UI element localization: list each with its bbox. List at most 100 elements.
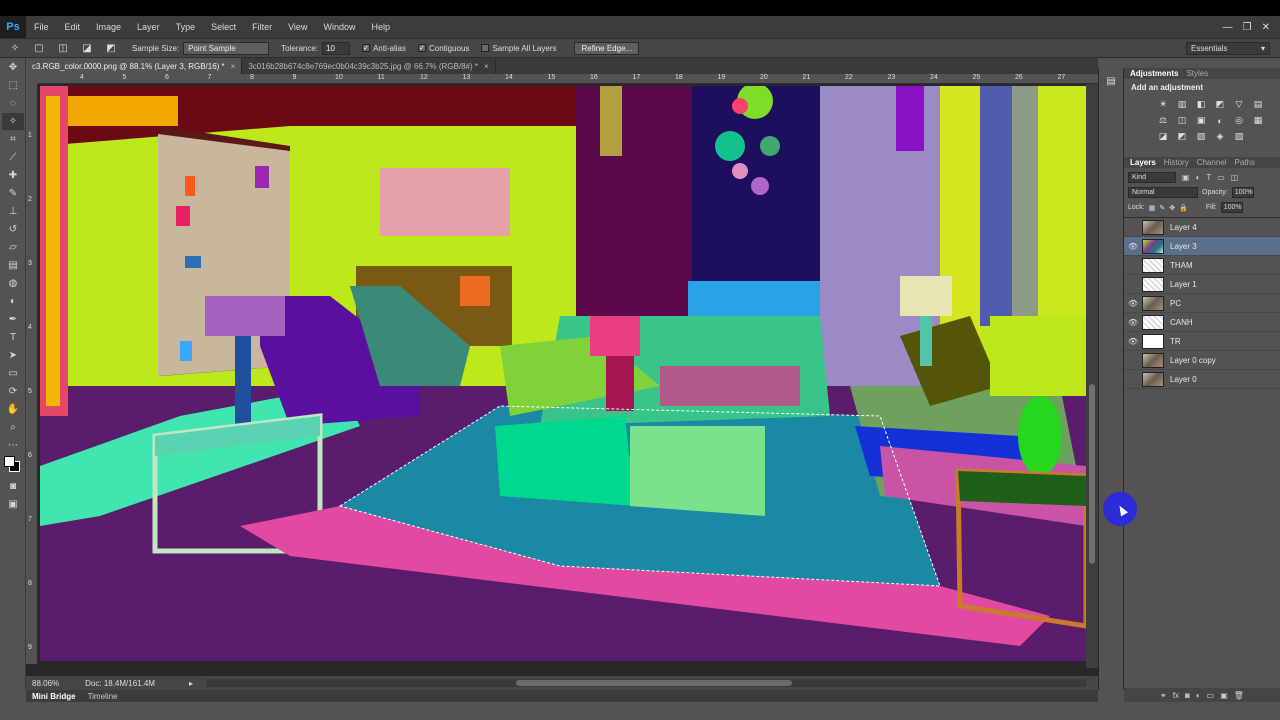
adjustment-11-icon[interactable]: ▦: [1251, 114, 1265, 127]
menu-file[interactable]: File: [26, 22, 57, 32]
clone-stamp-tool-icon[interactable]: ⊥: [2, 203, 24, 220]
workspace-select[interactable]: Essentials ▾: [1186, 42, 1270, 55]
type-tool-icon[interactable]: T: [2, 329, 24, 346]
new-selection-icon[interactable]: ▢: [30, 41, 48, 55]
adjustment-9-icon[interactable]: ◐: [1213, 114, 1227, 127]
contiguous-checkbox[interactable]: ✓ Contiguous: [417, 44, 469, 53]
layer-row[interactable]: Layer 0: [1124, 370, 1280, 389]
layer-row[interactable]: 👁 CANH: [1124, 313, 1280, 332]
adjustment-6-icon[interactable]: ⚖: [1156, 114, 1170, 127]
horizontal-scroll-thumb[interactable]: [516, 680, 792, 686]
lock-transparent-icon[interactable]: ▦: [1149, 204, 1156, 212]
sample-all-layers-checkbox[interactable]: Sample All Layers: [481, 44, 556, 53]
foreground-color-swatch[interactable]: [4, 456, 15, 467]
tab-history[interactable]: History: [1164, 158, 1189, 167]
menu-filter[interactable]: Filter: [244, 22, 280, 32]
magic-wand-tool-preset-icon[interactable]: ✧: [6, 41, 24, 55]
eye-icon[interactable]: 👁: [1124, 318, 1142, 327]
layer-row[interactable]: THAM: [1124, 256, 1280, 275]
new-layer-icon[interactable]: ▣: [1220, 691, 1228, 700]
filter-pixel-icon[interactable]: ▣: [1182, 173, 1190, 182]
blend-mode-select[interactable]: Normal: [1128, 187, 1198, 198]
marquee-tool-icon[interactable]: ⬚: [2, 77, 24, 94]
brush-tool-icon[interactable]: ✎: [2, 185, 24, 202]
adjustment-0-icon[interactable]: ☀: [1156, 98, 1170, 111]
screen-mode-icon[interactable]: ▣: [2, 496, 24, 513]
status-menu-arrow-icon[interactable]: ▸: [189, 679, 193, 688]
shape-tool-icon[interactable]: ▭: [2, 365, 24, 382]
eye-icon[interactable]: 👁: [1124, 299, 1142, 308]
menu-select[interactable]: Select: [203, 22, 244, 32]
adjustment-12-icon[interactable]: ◪: [1156, 130, 1170, 143]
close-icon[interactable]: ×: [484, 62, 489, 71]
tab-timeline[interactable]: Timeline: [88, 692, 118, 701]
layer-row[interactable]: 👁 TR: [1124, 332, 1280, 351]
menu-edit[interactable]: Edit: [57, 22, 89, 32]
horizontal-scrollbar[interactable]: [206, 679, 1086, 687]
refine-edge-button[interactable]: Refine Edge...: [574, 41, 640, 55]
tab-styles[interactable]: Styles: [1186, 69, 1208, 78]
canvas[interactable]: [40, 86, 1086, 661]
subtract-from-selection-icon[interactable]: ◪: [78, 41, 96, 55]
layer-row[interactable]: Layer 1: [1124, 275, 1280, 294]
3d-tool-icon[interactable]: ⟳: [2, 383, 24, 400]
adjustment-14-icon[interactable]: ▨: [1194, 130, 1208, 143]
crop-tool-icon[interactable]: ⌗: [2, 131, 24, 148]
menu-layer[interactable]: Layer: [129, 22, 168, 32]
vertical-scrollbar[interactable]: [1086, 84, 1098, 668]
menu-type[interactable]: Type: [168, 22, 204, 32]
lock-brush-icon[interactable]: ✎: [1159, 204, 1165, 212]
adjustment-2-icon[interactable]: ◧: [1194, 98, 1208, 111]
blur-tool-icon[interactable]: ◍: [2, 275, 24, 292]
close-icon[interactable]: ×: [231, 62, 236, 71]
restore-icon[interactable]: ❐: [1243, 22, 1252, 33]
pen-tool-icon[interactable]: ✒: [2, 311, 24, 328]
new-adjustment-icon[interactable]: ◐: [1196, 691, 1201, 700]
new-group-icon[interactable]: ▭: [1207, 691, 1215, 700]
eye-icon[interactable]: 👁: [1124, 337, 1142, 346]
minimize-icon[interactable]: —: [1223, 22, 1233, 33]
filter-adjustment-icon[interactable]: ◐: [1196, 173, 1201, 182]
tab-layers[interactable]: Layers: [1130, 158, 1156, 167]
sample-size-select[interactable]: Point Sample: [183, 41, 270, 55]
adjustment-13-icon[interactable]: ◩: [1175, 130, 1189, 143]
healing-brush-tool-icon[interactable]: ✚: [2, 167, 24, 184]
adjustment-8-icon[interactable]: ▣: [1194, 114, 1208, 127]
adjustment-10-icon[interactable]: ◎: [1232, 114, 1246, 127]
menu-image[interactable]: Image: [88, 22, 129, 32]
zoom-level[interactable]: 88.06%: [32, 679, 59, 688]
intersect-selection-icon[interactable]: ◩: [102, 41, 120, 55]
magic-wand-tool-icon[interactable]: ✧: [2, 113, 24, 130]
menu-help[interactable]: Help: [363, 22, 398, 32]
move-tool-icon[interactable]: ✥: [2, 59, 24, 76]
layer-row[interactable]: Layer 0 copy: [1124, 351, 1280, 370]
path-selection-tool-icon[interactable]: ➤: [2, 347, 24, 364]
filter-type-icon[interactable]: T: [1206, 173, 1211, 182]
add-mask-icon[interactable]: ◙: [1185, 691, 1190, 700]
history-panel-icon[interactable]: ▤: [1104, 76, 1118, 88]
close-icon[interactable]: ✕: [1262, 22, 1270, 33]
link-layers-icon[interactable]: ⚭: [1160, 691, 1167, 700]
filter-smart-icon[interactable]: ◫: [1231, 173, 1239, 182]
adjustment-4-icon[interactable]: ▽: [1232, 98, 1246, 111]
adjustment-15-icon[interactable]: ◈: [1213, 130, 1227, 143]
menu-view[interactable]: View: [280, 22, 315, 32]
eyedropper-tool-icon[interactable]: ⟋: [2, 149, 24, 166]
layer-row[interactable]: 👁 Layer 3: [1124, 237, 1280, 256]
add-to-selection-icon[interactable]: ◫: [54, 41, 72, 55]
tab-c3-rgb-color[interactable]: c3.RGB_color.0000.png @ 88.1% (Layer 3, …: [26, 58, 243, 74]
tab-adjustments[interactable]: Adjustments: [1130, 69, 1178, 78]
tab-mini-bridge[interactable]: Mini Bridge: [32, 692, 76, 701]
history-brush-tool-icon[interactable]: ↺: [2, 221, 24, 238]
layer-row[interactable]: Layer 4: [1124, 218, 1280, 237]
layer-style-icon[interactable]: fx: [1173, 691, 1179, 700]
tab-paths[interactable]: Paths: [1235, 158, 1255, 167]
adjustment-5-icon[interactable]: ▤: [1251, 98, 1265, 111]
vertical-scroll-thumb[interactable]: [1089, 384, 1095, 564]
opacity-input[interactable]: 100%: [1231, 187, 1254, 198]
eye-icon[interactable]: 👁: [1124, 242, 1142, 251]
quick-mask-icon[interactable]: ◙: [2, 478, 24, 495]
lock-all-icon[interactable]: 🔒: [1179, 204, 1188, 212]
lock-move-icon[interactable]: ✥: [1169, 204, 1175, 212]
tab-jpg-reference[interactable]: 3c016b28b674c8e769ec0b04c39c3b25.jpg @ 6…: [242, 58, 496, 74]
